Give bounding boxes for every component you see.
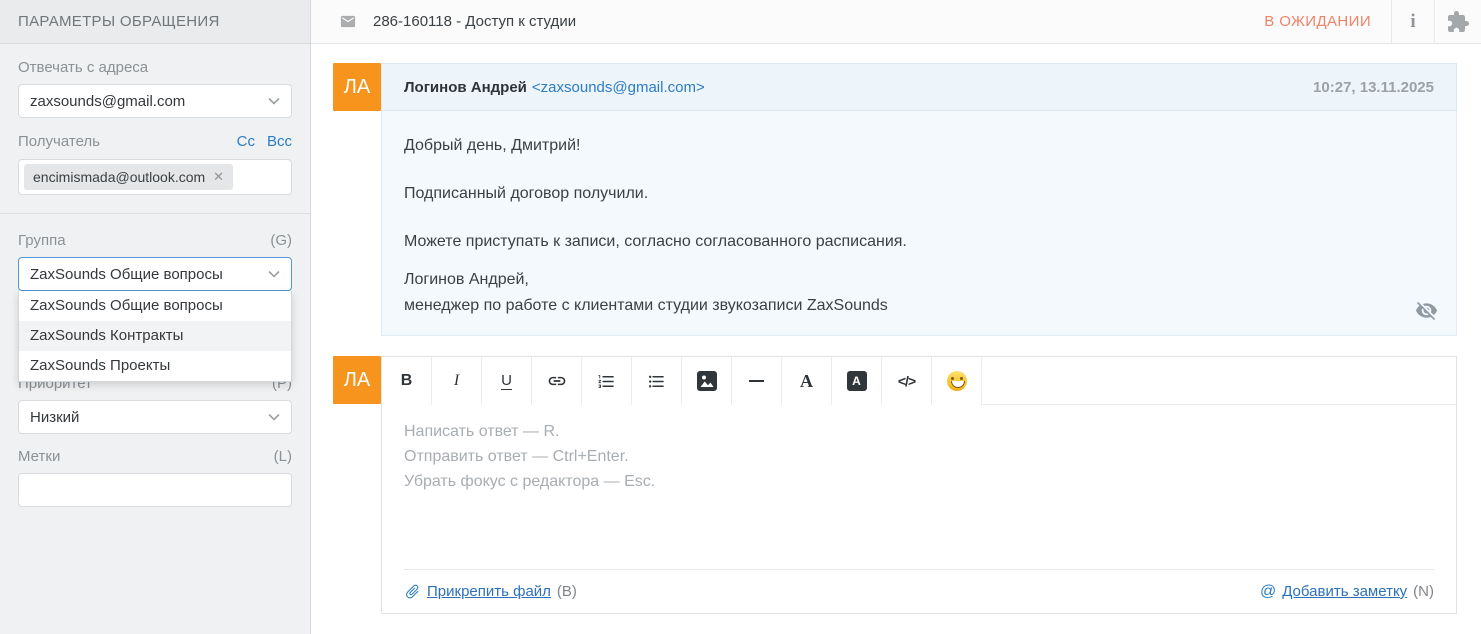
info-icon: i: [1410, 11, 1415, 33]
avatar: ЛА: [333, 356, 381, 404]
image-icon: [697, 371, 717, 391]
chip-remove-icon[interactable]: ✕: [213, 169, 224, 185]
ticket-page: ПАРАМЕТРЫ ОБРАЩЕНИЯ Отвечать с адреса za…: [0, 0, 1481, 634]
bcc-link[interactable]: Всс: [267, 133, 292, 150]
reply-from-label: Отвечать с адреса: [18, 60, 292, 76]
status-badge[interactable]: В ОЖИДАНИИ: [1264, 13, 1371, 30]
message-paragraph: Добрый день, Дмитрий!: [404, 133, 1434, 159]
background-color-icon: A: [847, 371, 867, 391]
recipient-chip: encimismada@outlook.com ✕: [24, 164, 233, 190]
topbar: 286-160118 - Доступ к студии В ОЖИДАНИИ …: [311, 0, 1481, 44]
font-color-button[interactable]: A: [782, 357, 832, 405]
ordered-list-icon: [597, 372, 616, 391]
group-select[interactable]: ZaxSounds Общие вопросы: [18, 257, 292, 291]
attach-file-hotkey: (B): [557, 583, 577, 600]
toolbar-filler: [982, 357, 1456, 405]
chevron-down-icon: [268, 413, 280, 421]
group-value: ZaxSounds Общие вопросы: [30, 266, 223, 283]
editor-toolbar: B I U: [382, 357, 1456, 405]
reply-from-select[interactable]: zaxsounds@gmail.com: [18, 84, 292, 118]
cc-link[interactable]: Сс: [237, 133, 255, 150]
main-panel: 286-160118 - Доступ к студии В ОЖИДАНИИ …: [311, 0, 1481, 634]
code-button[interactable]: </>: [882, 357, 932, 405]
message-body: Добрый день, Дмитрий! Подписанный догово…: [381, 111, 1457, 336]
horizontal-rule-icon: [749, 380, 764, 382]
attach-file-link[interactable]: Прикрепить файл: [427, 583, 551, 600]
message-signature-line: Логинов Андрей,: [404, 267, 1434, 293]
underline-button[interactable]: U: [482, 357, 532, 405]
italic-icon: I: [454, 372, 459, 390]
ticket-params-sidebar: ПАРАМЕТРЫ ОБРАЩЕНИЯ Отвечать с адреса za…: [0, 0, 311, 634]
add-note-control: @ Добавить заметку (N): [1260, 583, 1434, 601]
underline-icon: U: [501, 372, 512, 390]
plugins-button[interactable]: [1435, 0, 1481, 44]
recipient-label: Получатель: [18, 134, 100, 150]
eye-off-icon: [1415, 299, 1438, 322]
bullet-list-icon: [647, 372, 666, 391]
puzzle-icon: [1446, 10, 1470, 34]
thread-content: ЛА Логинов Андрей <zaxsounds@gmail.com> …: [311, 44, 1481, 614]
italic-button[interactable]: I: [432, 357, 482, 405]
emoji-button[interactable]: [932, 357, 982, 405]
horizontal-rule-button[interactable]: [732, 357, 782, 405]
labels-input[interactable]: [18, 473, 292, 507]
info-button[interactable]: i: [1392, 0, 1434, 44]
sidebar-title: ПАРАМЕТРЫ ОБРАЩЕНИЯ: [0, 0, 310, 44]
background-color-button[interactable]: A: [832, 357, 882, 405]
editor-placeholder-line: Отправить ответ — Ctrl+Enter.: [404, 444, 1434, 469]
message-signature-line: менеджер по работе с клиентами студии зв…: [404, 293, 1434, 319]
emoji-icon: [947, 371, 967, 391]
chevron-down-icon: [268, 97, 280, 105]
hide-quote-button[interactable]: [1415, 299, 1438, 327]
message-author-email[interactable]: <zaxsounds@gmail.com>: [532, 79, 705, 96]
reply-textarea[interactable]: Написать ответ — R. Отправить ответ — Ct…: [382, 405, 1456, 569]
ticket-title: 286-160118 - Доступ к студии: [373, 13, 576, 30]
at-icon: @: [1260, 583, 1276, 601]
group-option[interactable]: ZaxSounds Контракты: [19, 321, 291, 351]
reply-from-value: zaxsounds@gmail.com: [30, 93, 185, 110]
ordered-list-button[interactable]: [582, 357, 632, 405]
avatar: ЛА: [333, 63, 381, 111]
priority-value: Низкий: [30, 409, 79, 426]
attach-file-control: Прикрепить файл (B): [404, 583, 577, 600]
group-option[interactable]: ZaxSounds Общие вопросы: [19, 291, 291, 321]
recipient-input[interactable]: encimismada@outlook.com ✕: [18, 159, 292, 195]
group-option[interactable]: ZaxSounds Проекты: [19, 351, 291, 381]
insert-image-button[interactable]: [682, 357, 732, 405]
code-icon: </>: [898, 373, 915, 389]
editor-placeholder-line: Убрать фокус с редактора — Esc.: [404, 469, 1434, 494]
envelope-icon: [337, 13, 359, 30]
message-header: Логинов Андрей <zaxsounds@gmail.com> 10:…: [381, 63, 1457, 111]
group-dropdown: ZaxSounds Общие вопросы ZaxSounds Контра…: [18, 291, 292, 382]
bold-button[interactable]: B: [382, 357, 432, 405]
priority-select[interactable]: Низкий: [18, 400, 292, 434]
group-hotkey: (G): [270, 232, 292, 249]
bold-icon: B: [401, 372, 413, 390]
labels-hotkey: (L): [274, 448, 292, 465]
recipient-chip-text: encimismada@outlook.com: [33, 169, 205, 185]
sidebar-divider: [0, 213, 310, 214]
link-icon: [547, 371, 567, 391]
font-color-icon: A: [800, 371, 813, 392]
message-timestamp: 10:27, 13.11.2025: [1313, 79, 1434, 96]
sidebar-body: Отвечать с адреса zaxsounds@gmail.com По…: [0, 60, 310, 507]
add-note-hotkey: (N): [1413, 583, 1434, 600]
add-note-link[interactable]: Добавить заметку: [1282, 583, 1407, 600]
chevron-down-icon: [268, 270, 280, 278]
editor-placeholder-line: Написать ответ — R.: [404, 419, 1434, 444]
paperclip-icon: [400, 579, 424, 603]
message-paragraph: Подписанный договор получили.: [404, 181, 1434, 207]
bullet-list-button[interactable]: [632, 357, 682, 405]
message-card: Логинов Андрей <zaxsounds@gmail.com> 10:…: [381, 63, 1457, 336]
message-author: Логинов Андрей: [404, 79, 527, 96]
group-field: ZaxSounds Общие вопросы ZaxSounds Общие …: [18, 257, 292, 291]
editor-footer: Прикрепить файл (B) @ Добавить заметку (…: [404, 569, 1434, 613]
reply-editor: B I U: [381, 356, 1457, 614]
reply-editor-row: ЛА B I U: [333, 356, 1457, 614]
group-label: Группа: [18, 233, 66, 249]
labels-label: Метки: [18, 449, 60, 465]
message-row: ЛА Логинов Андрей <zaxsounds@gmail.com> …: [333, 63, 1457, 336]
message-paragraph: Можете приступать к записи, согласно сог…: [404, 229, 1434, 255]
link-button[interactable]: [532, 357, 582, 405]
